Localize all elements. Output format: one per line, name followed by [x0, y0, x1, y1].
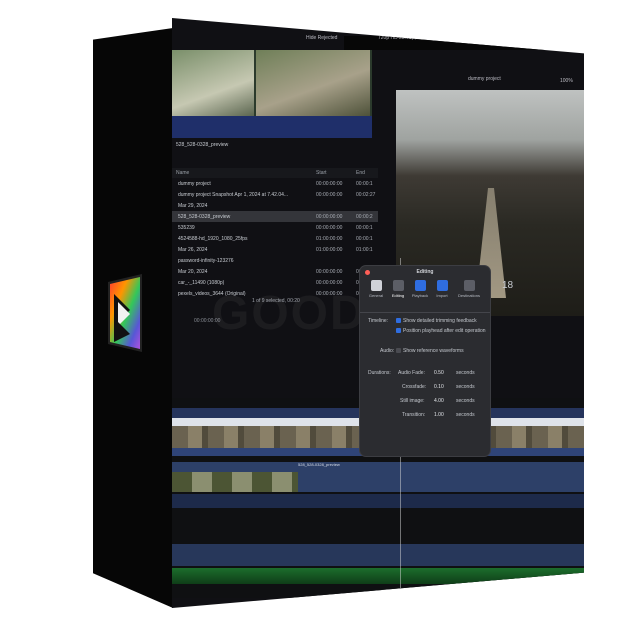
- project-name: dummy project: [468, 76, 501, 82]
- tab-label: Import: [436, 293, 448, 298]
- final-cut-pro-icon: [108, 274, 142, 352]
- list-item-name: 4524588-hd_1920_1080_25fps: [178, 236, 248, 242]
- list-item-end: 00:00:1: [356, 225, 373, 231]
- clip-name-label: 528_528-0328_preview: [176, 142, 229, 148]
- list-item[interactable]: Mar 29, 2024: [172, 200, 378, 211]
- general-icon: [370, 280, 382, 291]
- list-item-start: 00:00:00:00: [316, 181, 343, 187]
- still-image-field[interactable]: 4.00: [434, 398, 444, 404]
- hide-rejected-filter[interactable]: Hide Rejected: [306, 35, 337, 41]
- list-item-name: dummy project Snapshot Apr 1, 2024 at 7.…: [178, 192, 289, 198]
- dialog-divider: [360, 312, 490, 313]
- tab-editing[interactable]: Editing: [388, 278, 408, 299]
- audio-fade-label: Audio Fade:: [398, 370, 425, 376]
- list-item[interactable]: Mar 26, 2024 01:00:00:00 01:00:1: [172, 244, 378, 255]
- tab-label: General: [368, 293, 384, 298]
- transition-field[interactable]: 1.00: [434, 412, 444, 418]
- app-topbar: Hide Rejected 720p HD 23.98p, Stereo dum…: [172, 32, 584, 84]
- clip-thumbnail[interactable]: [256, 50, 370, 118]
- timeline-clip-thumbnail[interactable]: [172, 472, 298, 492]
- tab-playback[interactable]: Playback: [410, 278, 430, 299]
- crossfade-label: Crossfade:: [402, 384, 427, 390]
- preferences-tabs: General Editing Playback Import Destinat…: [366, 278, 484, 310]
- list-item[interactable]: dummy project Snapshot Apr 1, 2024 at 7.…: [172, 189, 378, 200]
- column-end[interactable]: End: [356, 170, 365, 176]
- list-item[interactable]: Mar 20, 202400:00:00:0000:02:25: [172, 266, 378, 277]
- still-image-label: Still image:: [400, 398, 425, 404]
- list-item[interactable]: password-infinity-123276: [172, 255, 378, 266]
- checkbox-checked-icon: [396, 328, 401, 334]
- clip-thumbnail[interactable]: [172, 50, 254, 118]
- list-item-end: 00:00:2: [356, 214, 373, 220]
- tab-label: Editing: [391, 293, 405, 298]
- browser-list-header: Name Start End: [172, 168, 378, 178]
- column-name[interactable]: Name: [176, 170, 189, 176]
- project-format: 720p HD 23.98p, Stereo: [378, 35, 432, 41]
- list-item-end: 00:00:1: [356, 181, 373, 187]
- dialog-title: Editing: [416, 269, 434, 275]
- list-item-start: 00:00:00:00: [316, 269, 343, 275]
- position-playhead-checkbox[interactable]: Position playhead after edit operation: [396, 328, 486, 334]
- tab-label: Destinations: [457, 293, 480, 298]
- column-start[interactable]: Start: [316, 170, 327, 176]
- reference-waveforms-checkbox[interactable]: Show reference waveforms: [396, 348, 464, 354]
- checkbox-label: Position playhead after edit operation: [403, 328, 486, 334]
- viewer-timecode: 18: [502, 280, 514, 291]
- import-arrow-icon: [436, 280, 448, 291]
- list-item-start: 00:00:00:00: [316, 192, 343, 198]
- checkbox-label: Show reference waveforms: [403, 348, 464, 354]
- list-item[interactable]: 528_528-0328_preview 00:00:00:00 00:00:2: [172, 211, 378, 222]
- editing-icon: [392, 280, 404, 291]
- selection-range: [172, 116, 372, 138]
- browser-filmstrip[interactable]: [172, 50, 372, 138]
- audio-fade-field[interactable]: 0.50: [434, 370, 444, 376]
- checkbox-label: Show detailed trimming feedback: [403, 318, 477, 324]
- list-item-end: 01:00:1: [356, 247, 373, 253]
- checkbox-unchecked-icon: [396, 348, 401, 354]
- timeline-track[interactable]: [172, 544, 584, 566]
- browser-list: dummy project 00:00:00:00 00:00:1 dummy pr…: [172, 178, 378, 299]
- timeline-clip-label: 528_528-0328_preview: [298, 462, 340, 467]
- checkbox-checked-icon: [396, 318, 401, 324]
- tab-general[interactable]: General: [366, 278, 386, 299]
- list-item-start: 01:00:00:00: [316, 236, 343, 242]
- list-item[interactable]: 4524588-hd_1920_1080_25fps 01:00:00:00 00:…: [172, 233, 378, 244]
- list-item-name: password-infinity-123276: [178, 258, 234, 264]
- list-item-end: 00:00:1: [356, 236, 373, 242]
- list-item-start: 01:00:00:00: [316, 247, 343, 253]
- zoom-level[interactable]: 100%: [560, 78, 573, 84]
- editing-preferences-dialog: Editing General Editing Playback Import …: [360, 266, 490, 456]
- audio-fade-unit: seconds: [456, 370, 475, 376]
- still-image-unit: seconds: [456, 398, 475, 404]
- list-item-name: 528_528-0328_preview: [178, 214, 231, 220]
- list-item[interactable]: dummy project 00:00:00:00 00:00:1: [172, 178, 378, 189]
- crossfade-field[interactable]: 0.10: [434, 384, 444, 390]
- list-item[interactable]: 535239 00:00:00:00 00:00:1: [172, 222, 378, 233]
- audio-section-label: Audio:: [380, 348, 395, 354]
- tab-label: Playback: [411, 293, 429, 298]
- software-box-front: Hide Rejected 720p HD 23.98p, Stereo dum…: [172, 18, 584, 608]
- timeline-section-label: Timeline:: [368, 318, 389, 324]
- list-item-name: dummy project: [178, 181, 211, 187]
- list-item-start: 00:00:00:00: [316, 225, 343, 231]
- transition-unit: seconds: [456, 412, 475, 418]
- crossfade-unit: seconds: [456, 384, 475, 390]
- list-item-name: 535239: [178, 225, 195, 231]
- transition-label: Transition:: [402, 412, 426, 418]
- share-icon: [463, 280, 475, 291]
- list-item-name: Mar 29, 2024: [178, 203, 208, 209]
- detailed-trim-checkbox[interactable]: Show detailed trimming feedback: [396, 318, 477, 324]
- list-item-start: 00:00:00:00: [316, 214, 343, 220]
- tab-destinations[interactable]: Destinations: [454, 278, 484, 299]
- durations-section-label: Durations:: [368, 370, 391, 376]
- list-item-name: Mar 20, 2024: [178, 269, 208, 275]
- tab-import[interactable]: Import: [432, 278, 452, 299]
- play-icon: [414, 280, 426, 291]
- list-item-name: Mar 26, 2024: [178, 247, 208, 253]
- watermark: GOOD: [212, 287, 367, 340]
- timeline-track[interactable]: [172, 494, 584, 508]
- audio-track[interactable]: [172, 568, 584, 584]
- list-item-end: 00:02:27: [356, 192, 376, 198]
